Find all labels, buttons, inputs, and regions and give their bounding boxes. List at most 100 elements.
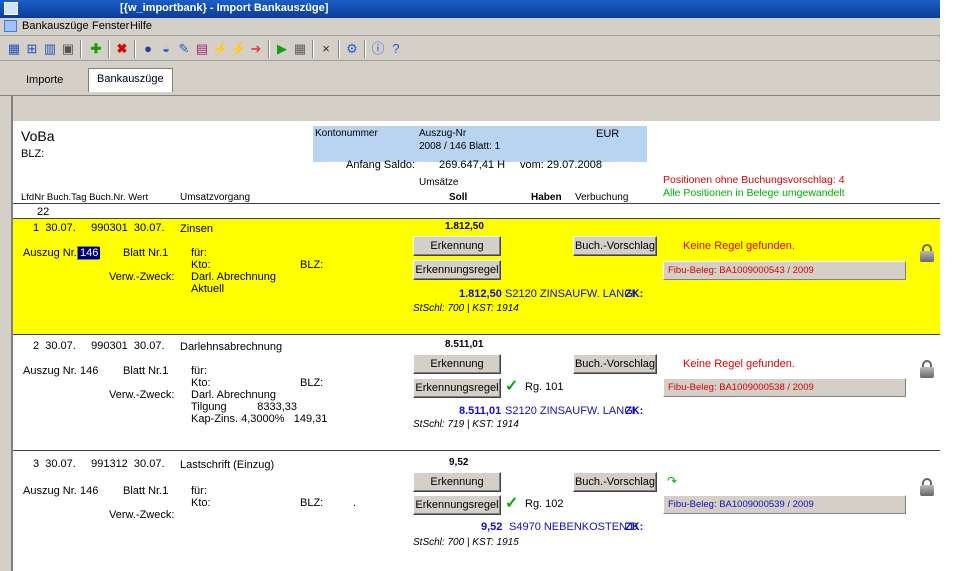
tab-bankauszuege[interactable]: Bankauszüge [88, 68, 173, 92]
entry-2-fibu-beleg[interactable]: Fibu-Beleg: BA1009000538 / 2009 [663, 378, 906, 397]
entry-2-stschl: StSchl: 719 | KST: 1914 [413, 419, 519, 430]
entry-2-blz: BLZ: [300, 377, 324, 389]
export-icon[interactable]: ➜ [248, 41, 264, 57]
app-window: [{w_importbank} - Import Bankauszüge] Ba… [0, 0, 940, 571]
lock-icon[interactable] [920, 478, 934, 496]
entry-1-blatt: Blatt Nr.1 [123, 247, 169, 259]
entry-2-header: 2 30.07. 990301 30.07. [33, 340, 165, 352]
entry-2-vorgang: Darlehnsabrechnung [180, 341, 283, 353]
entry-3-amount: 9,52 [449, 457, 469, 468]
menu-bar: Bankauszüge Fenster Hilfe [0, 18, 940, 36]
tree-icon[interactable]: ⊞ [24, 41, 40, 57]
anfang-saldo-label: Anfang Saldo: [346, 159, 416, 171]
entry-2-erkennung-button[interactable]: Erkennung [413, 354, 501, 374]
entry-1-auszug-label: Auszug Nr. [23, 247, 77, 259]
edit-icon[interactable]: ✎ [176, 41, 192, 57]
menu-bankauszuege[interactable]: Bankauszüge [22, 20, 89, 32]
entry-1-erkennung-button[interactable]: Erkennung [413, 236, 501, 256]
entry-3-regel: Rg. 102 [525, 498, 564, 510]
lock-icon[interactable] [920, 360, 934, 378]
entry-1-auszug-input[interactable]: 146 [77, 246, 101, 260]
close-icon[interactable]: × [318, 41, 334, 57]
entry-2-blatt: Blatt Nr.1 [123, 365, 169, 377]
wand-icon[interactable]: ⚡ [212, 41, 228, 57]
entry-1-status: Keine Regel gefunden. [683, 240, 795, 252]
entry-1-buch-vorschlag-button[interactable]: Buch.-Vorschlag [573, 236, 657, 256]
entry-1-fuer: für: [191, 247, 207, 259]
entry-1-stschl: StSchl: 700 | KST: 1914 [413, 303, 519, 314]
entry-2-posting-amount: 8.511,01 [459, 405, 502, 417]
run-icon[interactable]: ▶ [274, 41, 290, 57]
entry-3-header: 3 30.07. 991312 30.07. [33, 458, 165, 470]
menu-app-icon [4, 20, 17, 32]
save-icon[interactable]: ▣ [60, 41, 76, 57]
menu-hilfe[interactable]: Hilfe [130, 20, 152, 32]
vom-date: vom: 29.07.2008 [520, 159, 602, 171]
entry-1-verw-2: Aktuell [191, 283, 225, 295]
title-bar: [{w_importbank} - Import Bankauszüge] [0, 0, 940, 18]
entry-3-auszug-label: Auszug Nr. [23, 485, 77, 497]
left-splitter[interactable] [0, 62, 12, 571]
list-icon[interactable]: ▦ [292, 41, 308, 57]
table-icon[interactable]: ▤ [194, 41, 210, 57]
tools-icon[interactable]: ⚙ [344, 41, 360, 57]
entry-1-verw-label: Verw.-Zweck: [109, 271, 175, 283]
anfang-saldo-value: 269.647,41 H [439, 159, 506, 171]
entry-1-erkennungsregel-button[interactable]: Erkennungsregel [413, 260, 501, 280]
entry-1-vorgang: Zinsen [180, 223, 214, 235]
redo-arrow-icon[interactable]: ↷ [667, 474, 677, 488]
all-converted-note: Alle Positionen in Belege umgewandelt [663, 187, 845, 199]
check-icon: ✓ [505, 378, 519, 395]
col-umsatzvorgang: Umsatzvorgang [180, 192, 251, 203]
entry-1-header: 1 30.07. 990301 30.07. [33, 222, 165, 234]
col-buchnr: Buch.Nr. [89, 192, 126, 203]
entry-2-status: Keine Regel gefunden. [683, 358, 795, 370]
col-lfdnr: LfdNr [21, 192, 45, 203]
blz-label: BLZ: [21, 148, 45, 160]
statement-view: VoBa BLZ: Kontonummer Auszug-Nr 2008 / 1… [12, 96, 940, 571]
entry-1-zk: ZK: [625, 288, 644, 300]
entry-3-verw-label: Verw.-Zweck: [109, 509, 175, 521]
entry-3-posting-text: S4970 NEBENKOSTEN D [509, 521, 638, 533]
right-margin [940, 0, 955, 571]
entry-3-erkennung-button[interactable]: Erkennung [413, 472, 501, 492]
entry-1-posting-text: S2120 ZINSAUFW. LANGI [505, 288, 636, 300]
auszug-nr-label: Auszug-Nr [419, 128, 467, 139]
tab-strip: Importe Bankauszüge [0, 62, 940, 96]
entry-1-amount: 1.812,50 [445, 221, 484, 232]
entry-1-kto: Kto: [191, 259, 211, 271]
entry-3-erkennungsregel-button[interactable]: Erkennungsregel [413, 495, 501, 515]
entry-1-fibu-beleg[interactable]: Fibu-Beleg: BA1009000543 / 2009 [663, 261, 906, 280]
positions-without-note: Positionen ohne Buchungsvorschlag: 4 [663, 174, 845, 186]
delete-icon[interactable]: ✖ [114, 41, 130, 57]
entry-2-buch-vorschlag-button[interactable]: Buch.-Vorschlag [573, 354, 657, 374]
window-title: [{w_importbank} - Import Bankauszüge] [120, 2, 329, 14]
entry-2-verw-1: Darl. Abrechnung [191, 389, 276, 401]
entry-2-erkennungsregel-button[interactable]: Erkennungsregel [413, 378, 501, 398]
entry-3-fibu-beleg[interactable]: Fibu-Beleg: BA1009000539 / 2009 [663, 495, 906, 514]
info-icon[interactable]: ⓘ [370, 41, 386, 57]
col-buchtag: Buch.Tag [46, 192, 87, 203]
lock-icon[interactable] [920, 244, 934, 262]
columns-icon[interactable]: ▦ [6, 41, 22, 57]
entry-2-fuer: für: [191, 365, 207, 377]
auszug-value: 2008 / 146 Blatt: 1 [419, 141, 501, 152]
app-icon [4, 2, 18, 15]
open-icon[interactable]: ◒ [158, 41, 174, 57]
entry-3-posting-amount: 9,52 [481, 521, 503, 533]
entry-2-kto: Kto: [191, 377, 211, 389]
col-verbuchung: Verbuchung [575, 192, 629, 203]
grid-icon[interactable]: ▥ [42, 41, 58, 57]
col-haben: Haben [531, 192, 562, 203]
tab-importe[interactable]: Importe [18, 70, 71, 92]
entry-1-posting-amount: 1.812,50 [459, 288, 502, 300]
entry-2-verw-label: Verw.-Zweck: [109, 389, 175, 401]
menu-fenster[interactable]: Fenster [92, 20, 129, 32]
help-icon[interactable]: ? [388, 41, 404, 57]
entry-2-verw-2: Tilgung 8333,33 [191, 401, 297, 413]
database-icon[interactable]: ● [140, 41, 156, 57]
lightning-icon[interactable]: ⚡ [230, 41, 246, 57]
entry-3-buch-vorschlag-button[interactable]: Buch.-Vorschlag [573, 472, 657, 492]
kontonummer-label: Kontonummer [315, 128, 378, 139]
add-icon[interactable]: ✚ [88, 41, 104, 57]
